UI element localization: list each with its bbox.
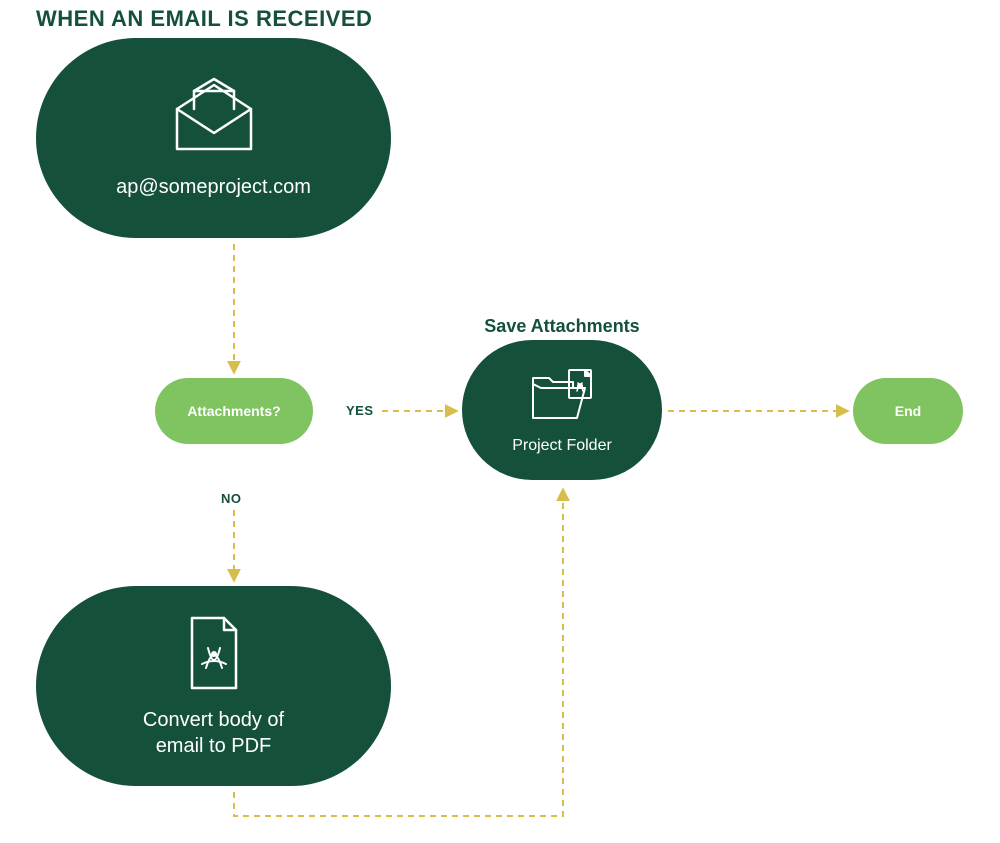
convert-label: Convert body of email to PDF xyxy=(143,707,284,759)
node-decision-attachments: Attachments? xyxy=(155,378,313,444)
folder-pdf-icon xyxy=(527,366,597,431)
edge-label-yes: YES xyxy=(346,403,374,418)
decision-label: Attachments? xyxy=(187,403,280,419)
edge-label-no: NO xyxy=(221,491,242,506)
node-save-attachments: Project Folder xyxy=(462,340,662,480)
flowchart-canvas: WHEN AN EMAIL IS RECEIVED ap@someproject… xyxy=(0,0,1000,843)
save-folder-label: Project Folder xyxy=(512,437,612,455)
pdf-file-icon xyxy=(184,614,244,697)
email-open-icon xyxy=(169,77,259,162)
save-attachments-title: Save Attachments xyxy=(462,316,662,337)
end-label: End xyxy=(895,403,921,419)
node-email-received: ap@someproject.com xyxy=(36,38,391,238)
diagram-title: WHEN AN EMAIL IS RECEIVED xyxy=(36,6,372,32)
node-end: End xyxy=(853,378,963,444)
node-convert-pdf: Convert body of email to PDF xyxy=(36,586,391,786)
email-address-label: ap@someproject.com xyxy=(116,176,311,199)
